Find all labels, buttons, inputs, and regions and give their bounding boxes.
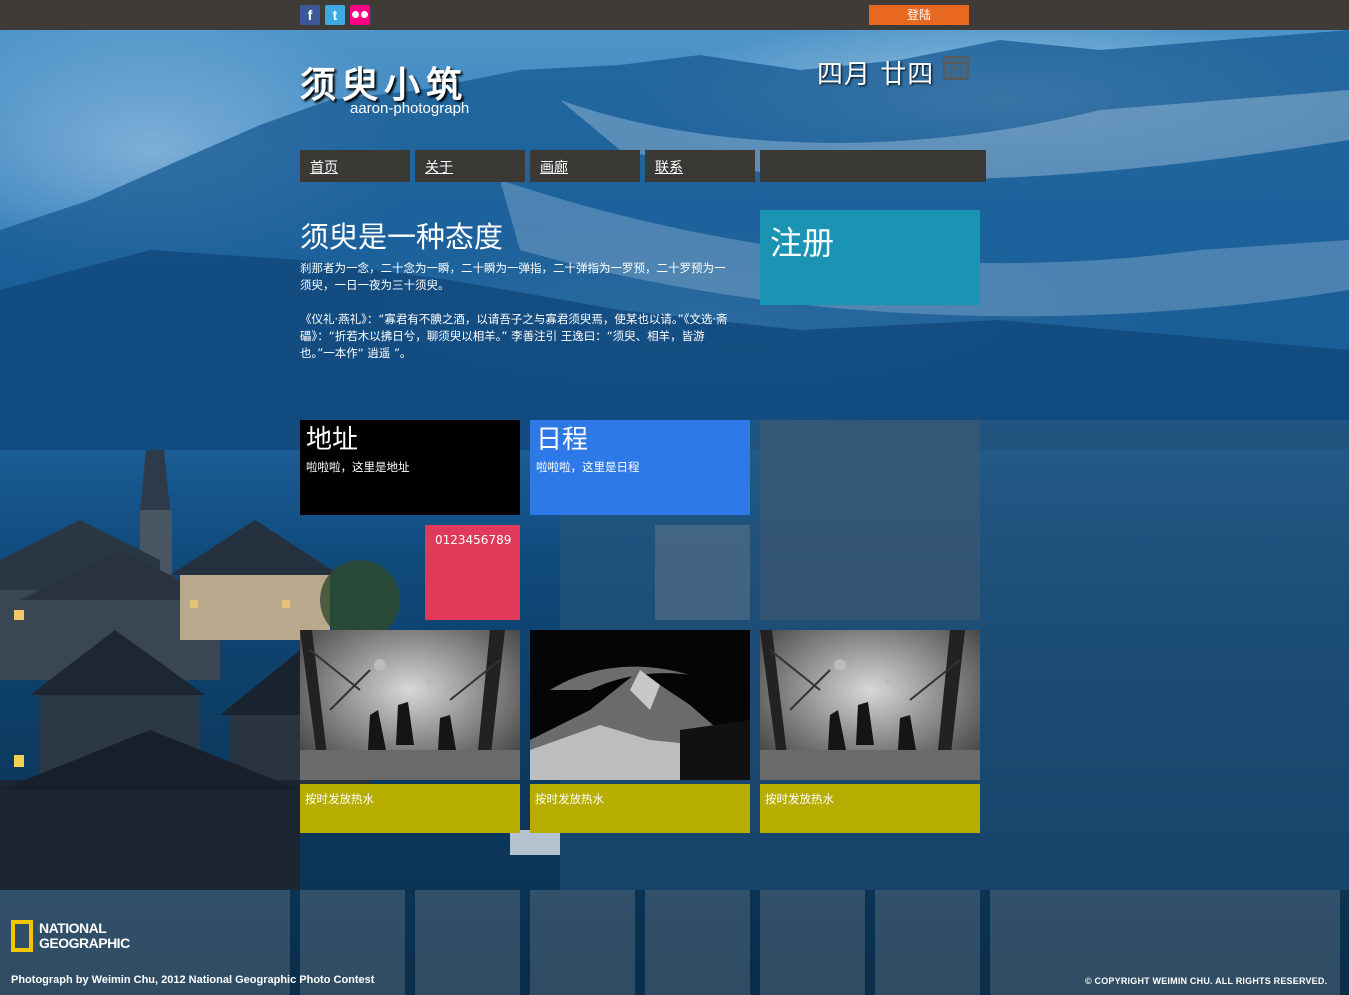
twitter-icon[interactable]: t [325,5,345,25]
nav-item-home[interactable]: 首页 [300,150,410,182]
login-button[interactable]: 登陆 [869,5,969,25]
phone-tile[interactable]: 0123456789 [425,525,520,620]
social-links: f t [300,5,370,25]
children-photo-2 [760,630,980,780]
address-tile-desc: 啦啦啦，这里是地址 [306,460,410,474]
ng-logo-line1: NATIONAL [39,920,107,936]
photo-tile-children[interactable] [300,630,520,780]
photo-caption-1[interactable]: 按时发放热水 [300,784,520,833]
footer-tile [760,890,865,995]
calendar-icon[interactable] [943,56,969,80]
nav-item-about[interactable]: 关于 [415,150,525,182]
address-tile[interactable]: 地址 啦啦啦，这里是地址 [300,420,520,515]
children-photo [300,630,520,780]
schedule-tile-desc: 啦啦啦，这里是日程 [536,460,640,474]
nav-item-empty[interactable] [760,150,986,182]
national-geographic-logo: NATIONAL GEOGRAPHIC [11,920,130,952]
address-tile-title: 地址 [306,425,359,455]
intro-title: 须臾是一种态度 [300,220,504,254]
photo-tile-mountain[interactable] [530,630,750,780]
footer-tile [415,890,520,995]
footer-tile [875,890,980,995]
ng-logo-line2: GEOGRAPHIC [39,935,130,951]
mountain-silhouette [0,30,1349,450]
mountain-photo [530,630,750,780]
empty-tile-large [760,420,980,620]
register-tile-title: 注册 [770,224,835,262]
facebook-icon[interactable]: f [300,5,320,25]
top-bar: f t 登陆 [0,0,1349,30]
photo-tile-children-2[interactable] [760,630,980,780]
register-tile[interactable]: 注册 [760,210,980,305]
photo-caption-3[interactable]: 按时发放热水 [760,784,980,833]
footer-tile [645,890,750,995]
intro-paragraph-1: 刹那者为一念，二十念为一瞬，二十瞬为一弹指，二十弹指为一罗预，二十罗预为一须臾，… [300,261,726,292]
ng-logo-text: NATIONAL GEOGRAPHIC [39,921,130,951]
schedule-tile[interactable]: 日程 啦啦啦，这里是日程 [530,420,750,515]
copyright: © COPYRIGHT WEIMIN CHU. ALL RIGHTS RESER… [1085,976,1328,986]
intro-paragraph-2: 《仪礼·燕礼》：“寡君有不腆之酒，以请吾子之与寡君须臾焉，使某也以请。”《文选·… [300,312,728,360]
nav-item-contact[interactable]: 联系 [645,150,755,182]
flickr-icon[interactable] [350,5,370,25]
footer-tile [530,890,635,995]
intro-text: 刹那者为一念，二十念为一瞬，二十瞬为一弹指，二十弹指为一罗预，二十罗预为一须臾，… [300,260,730,379]
date-display: 四月 廿四 [817,60,935,90]
site-subtitle: aaron-photograph [350,100,470,117]
photo-caption-2[interactable]: 按时发放热水 [530,784,750,833]
schedule-tile-title: 日程 [536,425,589,455]
empty-tile-small [655,525,750,620]
photo-credit: Photograph by Weimin Chu, 2012 National … [11,974,375,986]
ng-yellow-frame-icon [11,920,33,952]
nav-item-gallery[interactable]: 画廊 [530,150,640,182]
